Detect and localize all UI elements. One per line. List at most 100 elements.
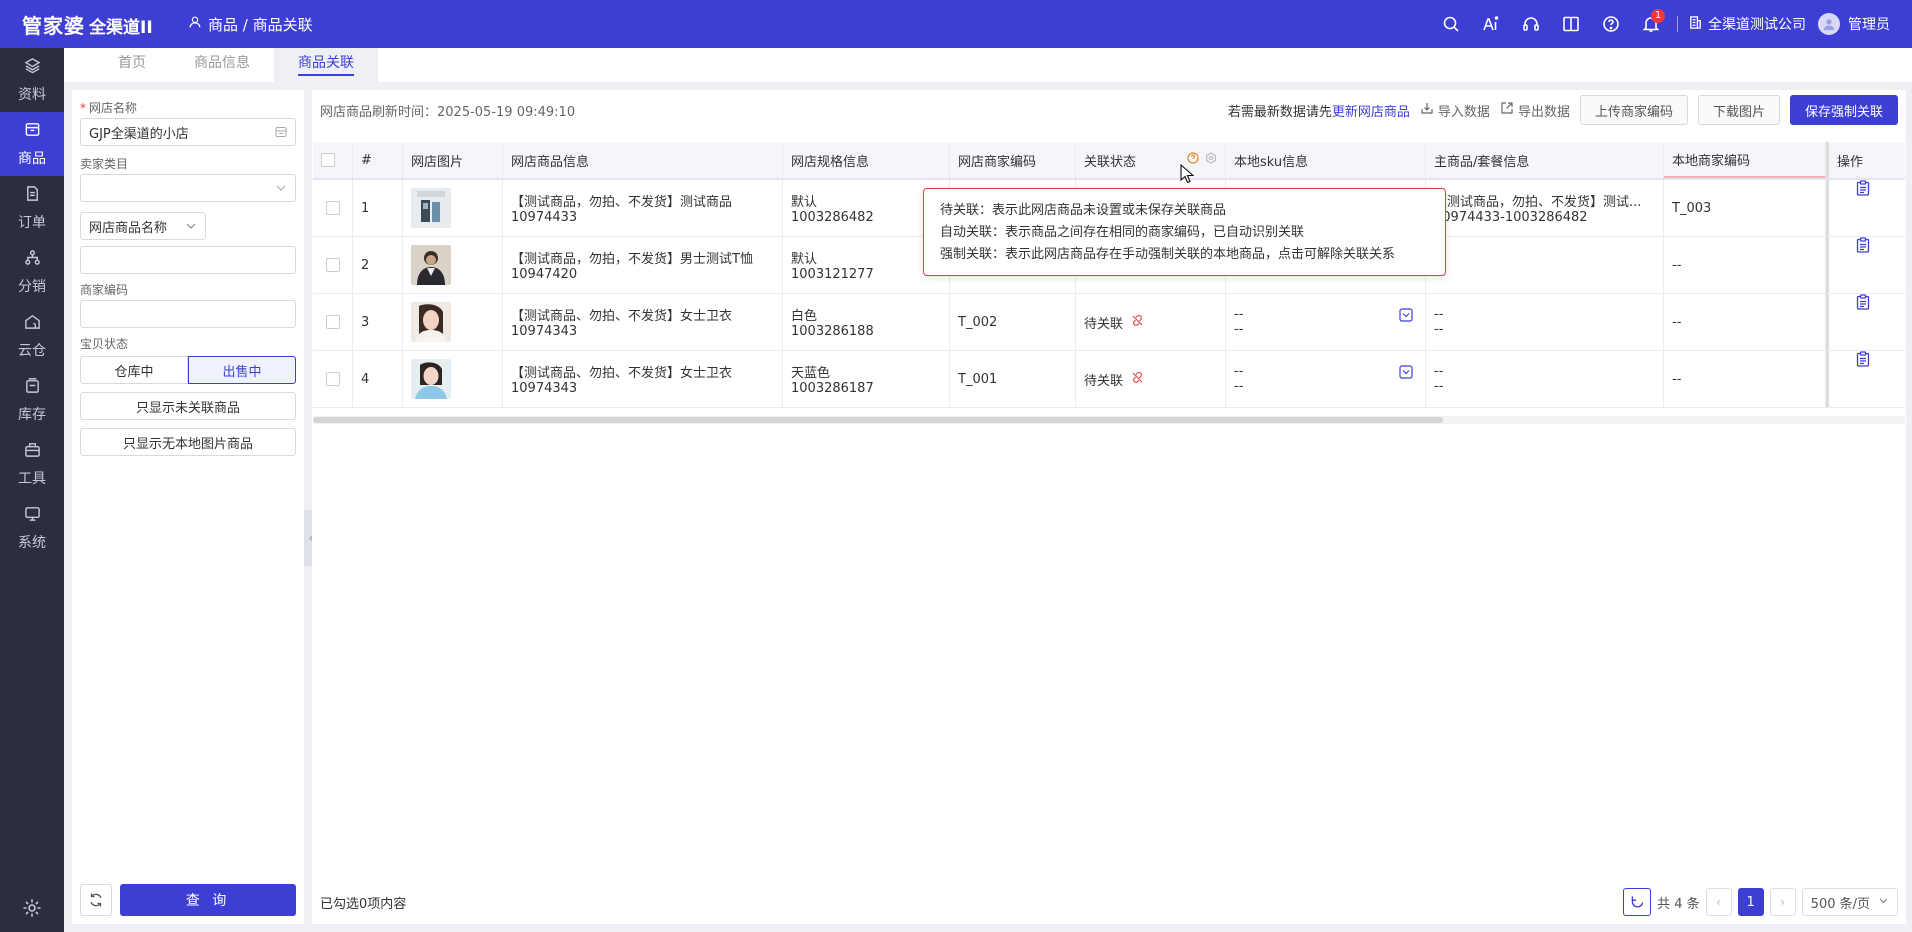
nav-item-product[interactable]: 商品 bbox=[0, 112, 64, 176]
nav-label: 分销 bbox=[18, 278, 46, 295]
refresh-icon[interactable] bbox=[1623, 888, 1652, 916]
company-switcher[interactable]: 全渠道测试公司 bbox=[1688, 14, 1806, 34]
clipboard-icon[interactable] bbox=[1826, 294, 1905, 350]
save-force-link-button[interactable]: 保存强制关联 bbox=[1789, 95, 1898, 125]
layers-icon bbox=[23, 57, 41, 78]
table-row[interactable]: 3 【测试商品、勿拍、不发货】女士卫衣 10974343 白色 1003286188… bbox=[313, 294, 1905, 351]
mouse-cursor-icon bbox=[1180, 164, 1194, 184]
total-count: 共 4 条 bbox=[1657, 896, 1700, 912]
col-link-status-label: 关联状态 bbox=[1084, 154, 1137, 170]
headset-icon[interactable] bbox=[1511, 0, 1551, 48]
upload-merchant-code-button[interactable]: 上传商家编码 bbox=[1579, 95, 1688, 125]
product-thumbnail[interactable] bbox=[403, 237, 503, 293]
status-on-sale[interactable]: 出售中 bbox=[188, 356, 296, 384]
product-name: 【测试商品，勿拍、不发货】测试商品 bbox=[511, 195, 733, 210]
col-spec-info: 网店规格信息 bbox=[783, 142, 950, 178]
toolbar: 网店商品刷新时间：2025-05-19 09:49:10 若需最新数据请先更新网… bbox=[312, 90, 1906, 130]
prev-page-button[interactable]: ‹ bbox=[1705, 888, 1732, 916]
ai-icon[interactable] bbox=[1471, 0, 1511, 48]
select-sku-icon[interactable] bbox=[1399, 308, 1413, 322]
help-icon[interactable] bbox=[1591, 0, 1631, 48]
product-thumbnail[interactable] bbox=[403, 351, 503, 407]
col-merchant-code: 网店商家编码 bbox=[950, 142, 1076, 178]
seller-category-select[interactable] bbox=[80, 174, 296, 202]
tab-product-link[interactable]: 商品关联 bbox=[274, 48, 378, 82]
user-icon bbox=[188, 15, 202, 33]
only-unlinked-button[interactable]: 只显示未关联商品 bbox=[80, 392, 296, 420]
avatar bbox=[1818, 13, 1840, 35]
nav-item-system[interactable]: 系统 bbox=[0, 496, 64, 560]
table-footer: 已勾选0项内容 共 4 条 ‹ 1 › 500 条/页 bbox=[312, 882, 1906, 922]
nav-item-order[interactable]: 订单 bbox=[0, 176, 64, 240]
export-data-button[interactable]: 导出数据 bbox=[1500, 101, 1570, 120]
refresh-time: 网店商品刷新时间：2025-05-19 09:49:10 bbox=[320, 101, 575, 120]
tab-home[interactable]: 首页 bbox=[94, 48, 170, 82]
row-checkbox[interactable] bbox=[313, 294, 353, 350]
shop-selector-icon[interactable] bbox=[275, 126, 287, 138]
scrollbar-thumb[interactable] bbox=[313, 417, 1443, 423]
product-name: 【测试商品、勿拍、不发货】女士卫衣 bbox=[511, 366, 733, 381]
product-id: 10974433 bbox=[511, 210, 578, 225]
row-checkbox[interactable] bbox=[313, 237, 353, 293]
shop-name-select[interactable]: GJP全渠道的小店 bbox=[80, 118, 296, 146]
clipboard-icon[interactable] bbox=[1826, 180, 1905, 236]
nav-item-tools[interactable]: 工具 bbox=[0, 432, 64, 496]
product-name: 【测试商品，勿拍，不发货】男士测试T恤 bbox=[511, 252, 753, 267]
only-no-local-image-button[interactable]: 只显示无本地图片商品 bbox=[80, 428, 296, 456]
main-product-name: -- bbox=[1434, 364, 1444, 379]
page-number-button[interactable]: 1 bbox=[1737, 888, 1764, 916]
product-thumbnail[interactable] bbox=[403, 180, 503, 236]
select-sku-icon[interactable] bbox=[1399, 365, 1413, 379]
unlinked-icon[interactable] bbox=[1131, 371, 1144, 388]
logo-sub: 全渠道II bbox=[89, 17, 153, 38]
main-product-info: -- -- bbox=[1426, 294, 1664, 350]
hint-prefix: 若需最新数据请先 bbox=[1227, 104, 1332, 120]
clipboard-icon[interactable] bbox=[1826, 351, 1905, 407]
building-icon bbox=[1688, 15, 1703, 34]
row-checkbox[interactable] bbox=[313, 351, 353, 407]
col-product-info: 网店商品信息 bbox=[503, 142, 783, 178]
download-images-button[interactable]: 下载图片 bbox=[1697, 95, 1780, 125]
unlinked-icon[interactable] bbox=[1131, 314, 1144, 331]
nav-item-data[interactable]: 资料 bbox=[0, 48, 64, 112]
product-icon bbox=[24, 121, 41, 142]
next-page-button[interactable]: › bbox=[1769, 888, 1796, 916]
column-settings-icon[interactable] bbox=[1205, 152, 1217, 168]
update-shop-products-link[interactable]: 更新网店商品 bbox=[1332, 105, 1410, 120]
select-all-checkbox[interactable] bbox=[313, 142, 353, 178]
horizontal-scrollbar[interactable] bbox=[313, 416, 1905, 424]
query-button[interactable]: 查 询 bbox=[120, 884, 296, 916]
search-input[interactable] bbox=[80, 246, 296, 274]
spec-id: 1003286482 bbox=[791, 210, 874, 225]
main-product-info bbox=[1426, 237, 1664, 293]
app-logo[interactable]: 管家婆 全渠道II bbox=[0, 10, 180, 39]
search-field-select[interactable]: 网店商品名称 bbox=[80, 212, 206, 240]
link-status: 待关联 bbox=[1076, 294, 1226, 350]
settings-icon[interactable] bbox=[0, 898, 64, 918]
book-icon[interactable] bbox=[1551, 0, 1591, 48]
tab-label: 首页 bbox=[118, 55, 146, 71]
left-nav: 资料 商品 订单 分销 云仓 库存 工具 系统 bbox=[0, 48, 64, 932]
bell-icon[interactable]: 1 bbox=[1631, 0, 1671, 48]
row-checkbox[interactable] bbox=[313, 180, 353, 236]
table-row[interactable]: 4 【测试商品、勿拍、不发货】女士卫衣 10974343 天蓝色 100328618… bbox=[313, 351, 1905, 408]
merchant-code-input[interactable] bbox=[80, 300, 296, 328]
merchant-code: T_001 bbox=[950, 351, 1076, 407]
search-icon[interactable] bbox=[1431, 0, 1471, 48]
main-product-name: -- bbox=[1434, 307, 1444, 322]
status-in-warehouse[interactable]: 仓库中 bbox=[80, 356, 188, 384]
nav-item-inventory[interactable]: 库存 bbox=[0, 368, 64, 432]
user-menu[interactable]: 管理员 bbox=[1818, 13, 1890, 35]
nav-label: 资料 bbox=[18, 86, 46, 103]
page-size-select[interactable]: 500 条/页 bbox=[1801, 888, 1898, 916]
reset-button[interactable] bbox=[80, 884, 112, 916]
import-data-button[interactable]: 导入数据 bbox=[1420, 101, 1490, 120]
nav-label: 系统 bbox=[18, 534, 46, 551]
nav-item-cloud-warehouse[interactable]: 云仓 bbox=[0, 304, 64, 368]
nav-item-distribution[interactable]: 分销 bbox=[0, 240, 64, 304]
filter-panel: * 网店名称 GJP全渠道的小店 卖家类目 网店商品名称 商家编码 宝贝状态 仓库… bbox=[72, 90, 304, 924]
clipboard-icon[interactable] bbox=[1826, 237, 1905, 293]
tab-product-info[interactable]: 商品信息 bbox=[170, 48, 274, 82]
tab-label: 商品信息 bbox=[194, 55, 250, 71]
product-thumbnail[interactable] bbox=[403, 294, 503, 350]
